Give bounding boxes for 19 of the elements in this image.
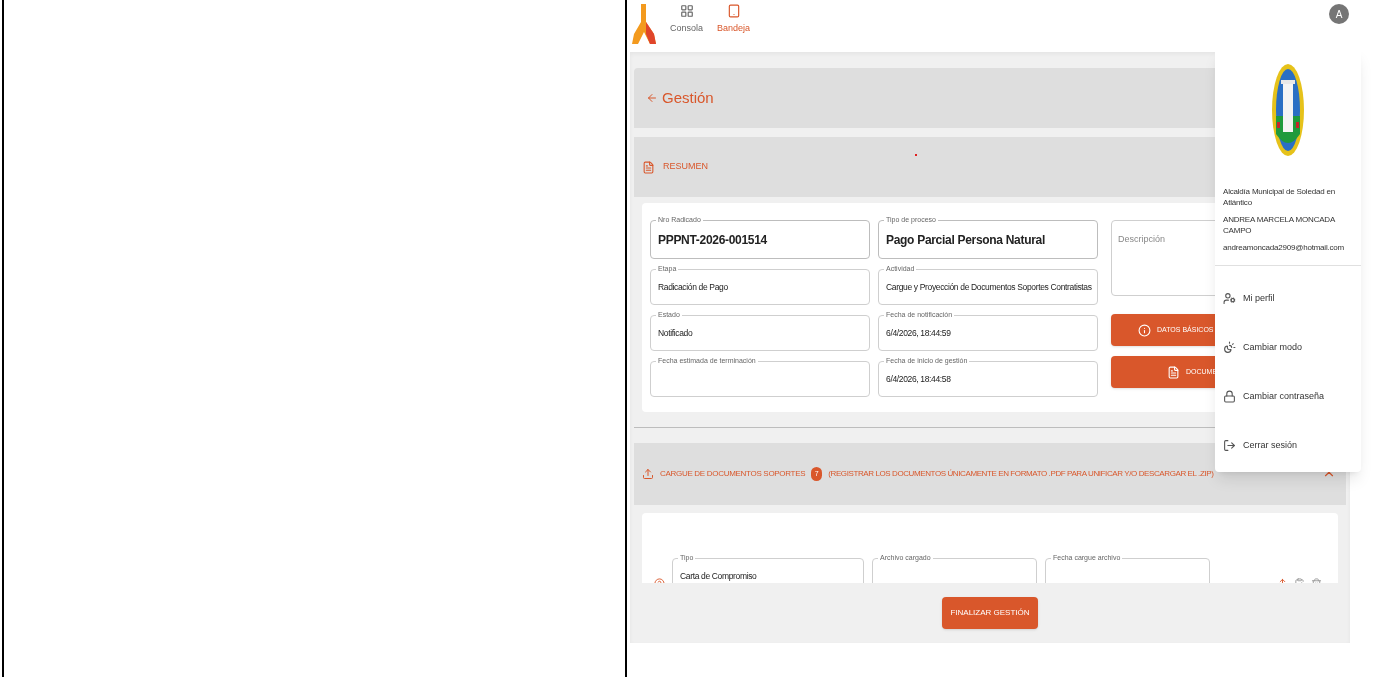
section-title: CARGUE DE DOCUMENTOS SOPORTES (660, 468, 806, 480)
menu-item[interactable]: Cambiar contraseña (1215, 372, 1361, 421)
field-value: Pago Parcial Persona Natural (886, 231, 1045, 249)
field-value: Radicación de Pago (658, 280, 728, 294)
nav-tab[interactable]: Bandeja (717, 4, 751, 36)
field-value: PPPNT-2026-001514 (658, 231, 767, 249)
section-note: (REGISTRAR LOS DOCUMENTOS ÚNICAMENTE EN FORMATO .PDF PARA UNIFICAR Y/O DESCARGAR EL .ZIP) (828, 468, 1214, 480)
field-value: 6/4/2026, 18:44:58 (886, 372, 951, 386)
page-title: Gestión (662, 87, 714, 108)
avatar[interactable]: A (1329, 4, 1349, 24)
field-value: Cargue y Proyección de Documentos Soportes Contratistas (886, 280, 1092, 294)
finish-button[interactable]: FINALIZAR GESTIÓN (942, 597, 1038, 629)
nav-tab[interactable]: Consola (670, 4, 704, 36)
field-value: Notificado (658, 326, 693, 340)
section-title: RESUMEN (663, 160, 708, 174)
menu-item[interactable]: Cerrar sesión (1215, 421, 1361, 470)
field-value: 6/4/2026, 18:44:59 (886, 326, 951, 340)
field-value: Carta de Compromiso (680, 569, 757, 583)
organization-name: Alcaldía Municipal de Soledad en Atlántico (1223, 186, 1336, 208)
